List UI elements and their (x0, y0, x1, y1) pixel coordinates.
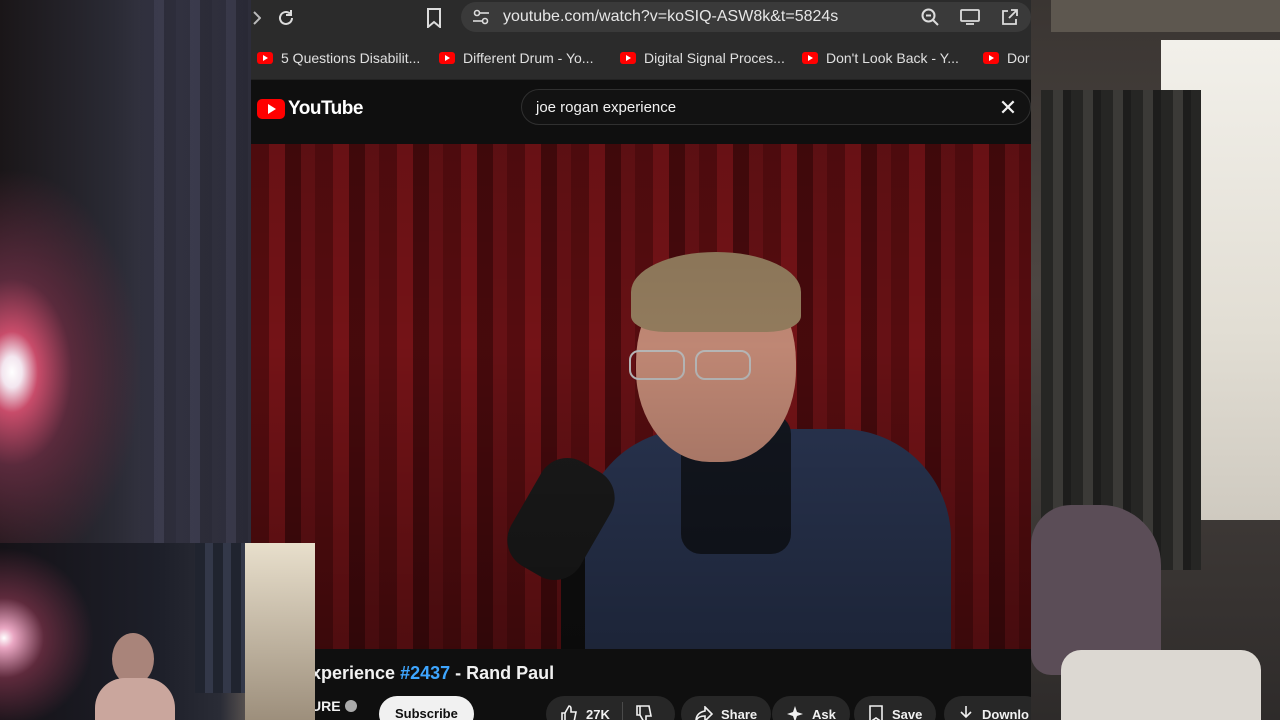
bookmark-label: Digital Signal Proces... (644, 50, 785, 66)
youtube-wordmark: YouTube (288, 98, 363, 119)
webcam-feed-right (1031, 0, 1280, 720)
download-icon (960, 706, 972, 719)
like-button[interactable]: 27K (560, 705, 610, 720)
bookmark-item[interactable]: Dor (983, 48, 1030, 68)
bookmark-item[interactable]: Don't Look Back - Y... (802, 48, 959, 68)
site-settings-icon[interactable] (471, 7, 491, 27)
youtube-icon (439, 52, 455, 64)
bookmark-label: 5 Questions Disabilit... (281, 50, 421, 66)
save-button[interactable]: Save (854, 696, 937, 720)
dislike-button[interactable] (635, 705, 661, 720)
share-button[interactable]: Share (681, 696, 772, 720)
bookmark-label: Don't Look Back - Y... (826, 50, 959, 66)
episode-hashtag[interactable]: #2437 (400, 663, 450, 683)
thumbs-down-icon (636, 705, 652, 720)
close-icon[interactable]: ✕ (996, 96, 1020, 120)
ask-button[interactable]: Ask (772, 696, 850, 720)
subscribe-button[interactable]: Subscribe (379, 696, 474, 720)
youtube-icon (620, 52, 636, 64)
youtube-icon (983, 52, 999, 64)
youtube-logo[interactable]: YouTube (257, 98, 363, 120)
download-button[interactable]: Downlo (944, 696, 1031, 720)
browser-window: youtube.com/watch?v=koSIQ-ASW8k&t=5824s … (251, 0, 1031, 720)
verified-icon (344, 700, 357, 712)
mug (1061, 650, 1261, 720)
bookmark-item[interactable]: 5 Questions Disabilit... (257, 48, 420, 68)
search-input[interactable]: joe rogan experience ✕ (521, 89, 1031, 125)
bookmark-label: Different Drum - Yo... (463, 50, 594, 66)
bookmarks-bar: 5 Questions Disabilit... Different Drum … (251, 36, 1031, 80)
search-query: joe rogan experience (536, 99, 677, 116)
thumbs-up-icon (561, 705, 577, 720)
wall (245, 543, 315, 720)
zoom-icon[interactable] (919, 6, 941, 28)
video-player[interactable] (251, 144, 1031, 649)
sparkle-icon (787, 706, 803, 720)
bookmark-save-icon (869, 705, 883, 720)
ceiling (1051, 0, 1280, 32)
bookmark-item[interactable]: Digital Signal Proces... (620, 48, 785, 68)
like-dislike-group: 27K (546, 696, 675, 720)
address-bar: youtube.com/watch?v=koSIQ-ASW8k&t=5824s (251, 0, 1031, 36)
youtube-icon (257, 52, 273, 64)
youtube-icon (802, 52, 818, 64)
like-count: 27K (586, 706, 610, 720)
youtube-play-icon (257, 99, 285, 119)
install-app-icon[interactable] (959, 6, 981, 28)
chevron-right-icon[interactable] (251, 8, 263, 28)
youtube-header: YouTube joe rogan experience ✕ (251, 80, 1031, 144)
url-field[interactable]: youtube.com/watch?v=koSIQ-ASW8k&t=5824s (461, 2, 1031, 32)
bookmark-item[interactable]: Different Drum - Yo... (439, 48, 593, 68)
channel-name[interactable]: URE (311, 698, 357, 714)
share-page-icon[interactable] (999, 6, 1021, 28)
video-title: xperience #2437 - Rand Paul (311, 663, 555, 683)
bookmark-icon[interactable] (421, 5, 447, 31)
bookmark-label: Dor (1007, 50, 1030, 66)
streamer-torso (95, 678, 175, 720)
url-text: youtube.com/watch?v=koSIQ-ASW8k&t=5824s (503, 8, 839, 25)
curtain (140, 0, 251, 543)
hanging-clothes (1041, 90, 1201, 570)
webcam-feed-left (0, 0, 251, 543)
share-icon (695, 706, 713, 720)
webcam-pip (0, 543, 315, 720)
reload-icon[interactable] (273, 5, 299, 31)
video-actions: URE Subscribe 27K Share Ask Save Downlo (251, 694, 1031, 720)
